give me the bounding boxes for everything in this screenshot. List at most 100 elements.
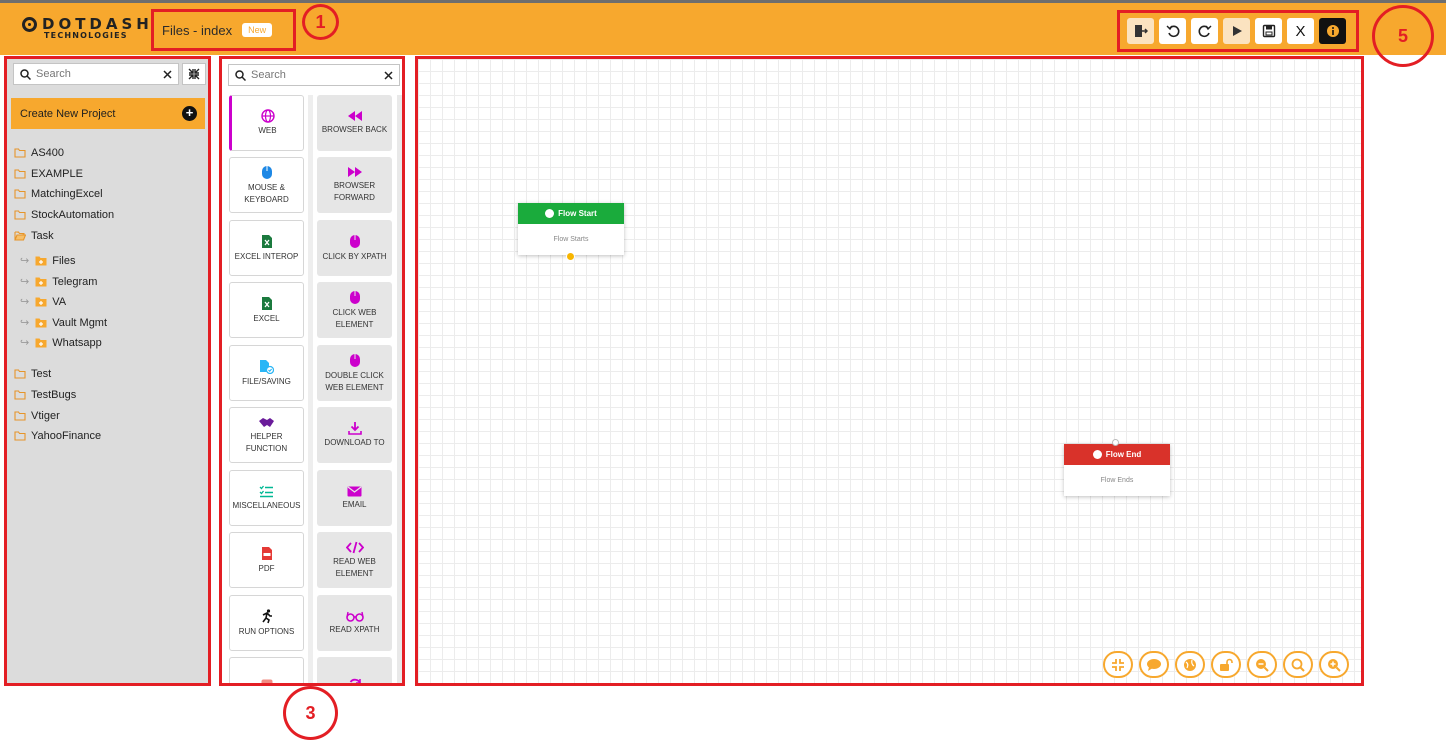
tree-folder[interactable]: YahooFinance [14,430,101,442]
category-mouse-keyboard[interactable]: MOUSE & KEYBOARD [229,157,304,213]
tree-folder-label: MatchingExcel [31,188,103,200]
close-icon: X [1295,22,1306,40]
project-title-area: Files - index New [151,9,296,51]
fit-view-button[interactable] [1103,651,1133,678]
zoom-reset-button[interactable] [1283,651,1313,678]
expand-icon [188,68,200,80]
tree-subfolder[interactable]: ↪ Vault Mgmt [20,316,107,330]
flow-end-input-port[interactable] [1112,439,1119,446]
folder-plus-icon [35,318,47,327]
checklist-icon [259,485,273,497]
flow-end-node[interactable]: Flow End Flow Ends [1064,439,1170,496]
create-project-button[interactable]: Create New Project + [11,98,205,129]
category-label: MISCELLANEOUS [232,500,301,510]
category-more[interactable] [229,657,304,683]
tree-subfolder[interactable]: ↪ Whatsapp [20,336,102,350]
folder-icon [14,169,26,179]
mouse-icon [261,165,272,179]
close-button[interactable]: X [1287,18,1314,44]
tree-folder[interactable]: EXAMPLE [14,168,83,180]
tree-folder[interactable]: Vtiger [14,410,60,422]
save-button[interactable] [1255,18,1282,44]
clear-icon[interactable] [163,69,172,79]
category-file-saving[interactable]: FILE/SAVING [229,345,304,401]
company-logo: DOTDASH TECHNOLOGIES [22,15,149,45]
mouse-icon [349,234,360,248]
tree-folder[interactable]: AS400 [14,147,64,159]
app-window: DOTDASH TECHNOLOGIES Files - index New X… [0,0,1446,744]
action-browser-back[interactable]: BROWSER BACK [317,95,392,151]
tree-folder-open[interactable]: Task [14,230,54,242]
action-double-click-web-element[interactable]: DOUBLE CLICK WEB ELEMENT [317,345,392,401]
undo-button[interactable] [1159,18,1186,44]
tree-subfolder[interactable]: ↪ Files [20,254,75,268]
action-search-field[interactable]: Search [228,64,400,86]
actions-scrollbar[interactable] [397,95,402,683]
project-search-field[interactable]: Search [13,63,179,85]
category-web[interactable]: WEB [229,95,304,151]
search-icon [235,69,246,81]
clear-icon[interactable] [384,70,393,80]
action-download-to[interactable]: DOWNLOAD TO [317,407,392,463]
zoom-out-icon [1256,658,1269,672]
category-run-options[interactable]: RUN OPTIONS [229,595,304,651]
category-label: EXCEL [253,313,280,323]
unlock-button[interactable] [1211,651,1241,678]
category-helper-function[interactable]: HELPER FUNCTION [229,407,304,463]
comment-button[interactable] [1139,651,1169,678]
category-scrollbar[interactable] [308,95,313,683]
tree-subfolder-label: VA [52,295,67,308]
action-read-xpath[interactable]: READ XPATH [317,595,392,651]
exit-button[interactable] [1127,18,1154,44]
run-button[interactable] [1223,18,1250,44]
info-button[interactable] [1319,18,1346,44]
zoom-out-button[interactable] [1247,651,1277,678]
tree-folder-label: TestBugs [31,389,77,401]
globe-button[interactable] [1175,651,1205,678]
flow-start-output-port[interactable] [566,252,575,261]
globe-icon [260,109,275,123]
branch-icon: ↪ [20,317,30,329]
action-search-placeholder: Search [251,69,286,81]
action-read-web-element[interactable]: READ WEB ELEMENT [317,532,392,588]
folder-icon [14,369,26,379]
expand-all-button[interactable] [182,63,206,85]
unlock-icon [1220,658,1233,671]
running-person-icon [261,608,272,623]
category-excel-interop[interactable]: EXCEL INTEROP [229,220,304,276]
action-label: BROWSER BACK [321,125,388,134]
tree-subfolder[interactable]: ↪ Telegram [20,275,97,289]
action-refresh[interactable] [317,657,392,683]
tree-folder[interactable]: Test [14,368,51,380]
logo-subtitle: TECHNOLOGIES [44,31,128,40]
redo-button[interactable] [1191,18,1218,44]
category-label: RUN OPTIONS [238,626,295,636]
action-label: BROWSER FORWARD [333,181,376,202]
action-click-web-element[interactable]: CLICK WEB ELEMENT [317,282,392,338]
category-miscellaneous[interactable]: MISCELLANEOUS [229,470,304,526]
branch-icon: ↪ [20,337,30,349]
tree-folder-label: Task [31,230,54,242]
page-title: Files - index [162,22,233,38]
branch-icon: ↪ [20,276,30,288]
tree-folder[interactable]: TestBugs [14,389,76,401]
play-icon [1232,26,1242,36]
tree-folder[interactable]: StockAutomation [14,209,114,221]
action-email[interactable]: EMAIL [317,470,392,526]
code-icon [345,541,364,553]
action-browser-forward[interactable]: BROWSER FORWARD [317,157,392,213]
globe-icon [1184,658,1196,671]
flow-canvas[interactable]: Flow Start Flow Starts Flow End Flow End… [415,56,1364,686]
tree-subfolder-label: Whatsapp [52,336,102,349]
plus-circle-icon [1092,450,1102,459]
tree-folder-label: EXAMPLE [31,168,83,180]
zoom-in-button[interactable] [1319,651,1349,678]
category-pdf[interactable]: PDF [229,532,304,588]
action-click-by-xpath[interactable]: CLICK BY XPATH [317,220,392,276]
flow-start-node[interactable]: Flow Start Flow Starts [518,203,624,261]
category-excel[interactable]: EXCEL [229,282,304,338]
redo-icon [1198,25,1211,38]
tree-folder[interactable]: MatchingExcel [14,188,103,200]
tree-folder-label: StockAutomation [31,209,115,221]
tree-subfolder[interactable]: ↪ VA [20,295,67,309]
